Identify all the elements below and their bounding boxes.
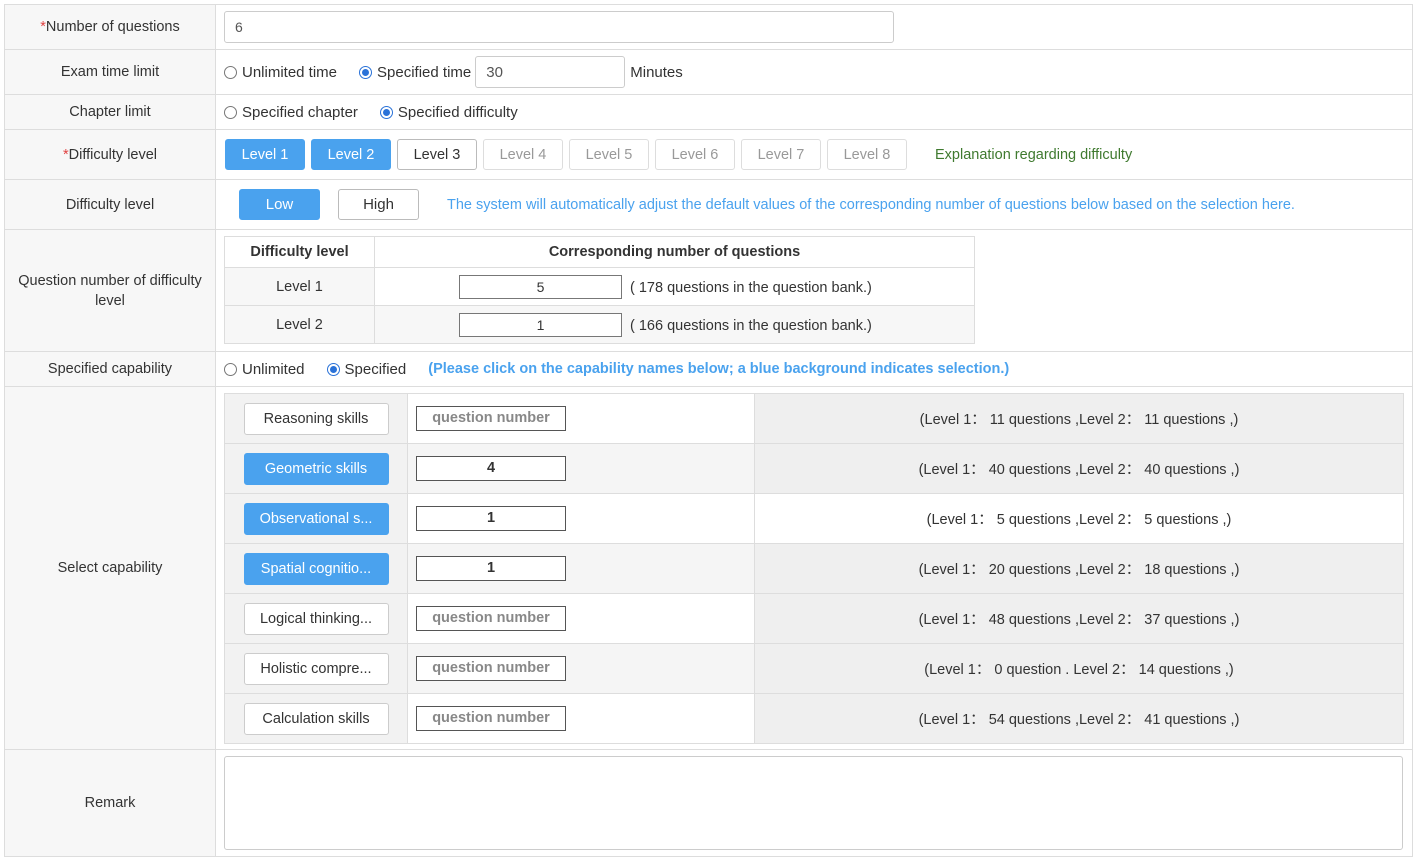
level-cell: Level 1 xyxy=(224,267,375,306)
radio-unlimited[interactable]: Unlimited xyxy=(224,361,305,378)
label-exam-time-limit: Exam time limit xyxy=(5,50,216,94)
capability-count-input[interactable]: question number xyxy=(416,656,566,681)
row-chapter-limit: Chapter limit Specified chapter Specifie… xyxy=(5,95,1413,130)
table-header-difficulty: Difficulty level xyxy=(224,236,375,268)
table-row: Holistic compre... question number (Leve… xyxy=(224,643,1404,694)
label-difficulty-levels: * Difficulty level xyxy=(5,130,216,179)
label-remark: Remark xyxy=(5,750,216,856)
level-2-button[interactable]: Level 2 xyxy=(311,139,391,170)
radio-circle-icon xyxy=(224,65,237,79)
row-question-number-of-level: Question number of difficulty level Diff… xyxy=(5,230,1413,352)
level-1-button[interactable]: Level 1 xyxy=(225,139,305,170)
level-1-count-input[interactable]: 5 xyxy=(459,274,622,299)
row-select-capability: Select capability Reasoning skills quest… xyxy=(5,387,1413,750)
capability-reasoning-skills[interactable]: Reasoning skills xyxy=(243,402,389,435)
label-specified-capability: Specified capability xyxy=(5,352,216,386)
table-row: Observational s... 1 (Level 1： 5 questio… xyxy=(224,493,1404,544)
capability-count-input[interactable]: question number xyxy=(416,406,566,431)
difficulty-explanation-link[interactable]: Explanation regarding difficulty xyxy=(935,147,1132,163)
capability-calculation-skills[interactable]: Calculation skills xyxy=(243,702,389,735)
radio-specified-time[interactable]: Specified time xyxy=(359,64,471,81)
table-row: Calculation skills question number (Leve… xyxy=(224,693,1404,744)
level-4-button[interactable]: Level 4 xyxy=(483,139,563,170)
row-exam-time-limit: Exam time limit Unlimited time Specified… xyxy=(5,50,1413,95)
bank-count-text: ( 166 questions in the question bank.) xyxy=(630,317,872,334)
capability-info: (Level 1： 54 questions ,Level 2： 41 ques… xyxy=(754,693,1404,744)
remark-textarea[interactable] xyxy=(224,756,1403,850)
bank-count-text: ( 178 questions in the question bank.) xyxy=(630,279,872,296)
radio-circle-icon xyxy=(224,362,237,376)
minutes-input[interactable]: 30 xyxy=(475,56,626,88)
capability-info: (Level 1： 11 questions ,Level 2： 11 ques… xyxy=(754,393,1404,444)
radio-specified-chapter[interactable]: Specified chapter xyxy=(224,104,358,121)
level-8-button[interactable]: Level 8 xyxy=(827,139,907,170)
level-cell: Level 2 xyxy=(224,305,375,344)
capability-info: (Level 1： 48 questions ,Level 2： 37 ques… xyxy=(754,593,1404,644)
capability-hint: (Please click on the capability names be… xyxy=(428,361,1010,377)
level-2-count-input[interactable]: 1 xyxy=(459,312,622,337)
table-row: Logical thinking... question number (Lev… xyxy=(224,593,1404,644)
row-number-of-questions: * Number of questions 6 xyxy=(5,5,1413,50)
label-number-of-questions: * Number of questions xyxy=(5,5,216,49)
capability-count-input[interactable]: 1 xyxy=(416,506,566,531)
capability-logical-thinking[interactable]: Logical thinking... xyxy=(243,602,389,635)
row-difficulty-range: Difficulty level Low High The system wil… xyxy=(5,180,1413,230)
capability-count-input[interactable]: 1 xyxy=(416,556,566,581)
capability-observational-skills[interactable]: Observational s... xyxy=(243,502,389,535)
radio-circle-icon xyxy=(224,105,237,119)
level-3-button[interactable]: Level 3 xyxy=(397,139,477,170)
capability-table: Reasoning skills question number (Level … xyxy=(224,393,1404,744)
label-question-number-of-level: Question number of difficulty level xyxy=(5,230,216,351)
label-select-capability: Select capability xyxy=(5,387,216,749)
table-row: Level 2 1 ( 166 questions in the question… xyxy=(224,305,975,344)
row-difficulty-levels: * Difficulty level Level 1 Level 2 Level … xyxy=(5,130,1413,180)
capability-geometric-skills[interactable]: Geometric skills xyxy=(243,452,389,485)
number-of-questions-input[interactable]: 6 xyxy=(224,11,894,43)
capability-info: (Level 1： 5 questions ,Level 2： 5 questi… xyxy=(754,493,1404,544)
row-specified-capability: Specified capability Unlimited Specified… xyxy=(5,352,1413,387)
table-row: Reasoning skills question number (Level … xyxy=(224,393,1404,444)
radio-checked-icon xyxy=(326,362,340,376)
capability-count-input[interactable]: question number xyxy=(416,606,566,631)
label-difficulty-range: Difficulty level xyxy=(5,180,216,229)
radio-checked-icon xyxy=(359,65,373,79)
minutes-unit: Minutes xyxy=(630,63,683,81)
row-remark: Remark xyxy=(5,750,1413,857)
low-button[interactable]: Low xyxy=(239,189,320,220)
capability-count-input[interactable]: question number xyxy=(416,706,566,731)
exam-settings-form: * Number of questions 6 Exam time limit U… xyxy=(4,4,1413,857)
capability-spatial-cognition[interactable]: Spatial cognitio... xyxy=(243,552,389,585)
table-header-corresponding: Corresponding number of questions xyxy=(374,236,975,268)
high-button[interactable]: High xyxy=(338,189,419,220)
table-row: Geometric skills 4 (Level 1： 40 question… xyxy=(224,443,1404,494)
level-5-button[interactable]: Level 5 xyxy=(569,139,649,170)
difficulty-question-table: Difficulty level Corresponding number of… xyxy=(224,236,975,344)
radio-checked-icon xyxy=(379,105,393,119)
label-chapter-limit: Chapter limit xyxy=(5,95,216,129)
capability-info: (Level 1： 20 questions ,Level 2： 18 ques… xyxy=(754,543,1404,594)
radio-specified-difficulty[interactable]: Specified difficulty xyxy=(379,104,518,121)
capability-count-input[interactable]: 4 xyxy=(416,456,566,481)
capability-holistic-comprehension[interactable]: Holistic compre... xyxy=(243,652,389,685)
capability-info: (Level 1： 40 questions ,Level 2： 40 ques… xyxy=(754,443,1404,494)
level-7-button[interactable]: Level 7 xyxy=(741,139,821,170)
level-6-button[interactable]: Level 6 xyxy=(655,139,735,170)
difficulty-range-hint: The system will automatically adjust the… xyxy=(447,196,1295,213)
table-row: Spatial cognitio... 1 (Level 1： 20 quest… xyxy=(224,543,1404,594)
radio-specified[interactable]: Specified xyxy=(326,361,406,378)
radio-unlimited-time[interactable]: Unlimited time xyxy=(224,64,337,81)
capability-info: (Level 1： 0 question . Level 2： 14 quest… xyxy=(754,643,1404,694)
table-row: Level 1 5 ( 178 questions in the question… xyxy=(224,267,975,306)
